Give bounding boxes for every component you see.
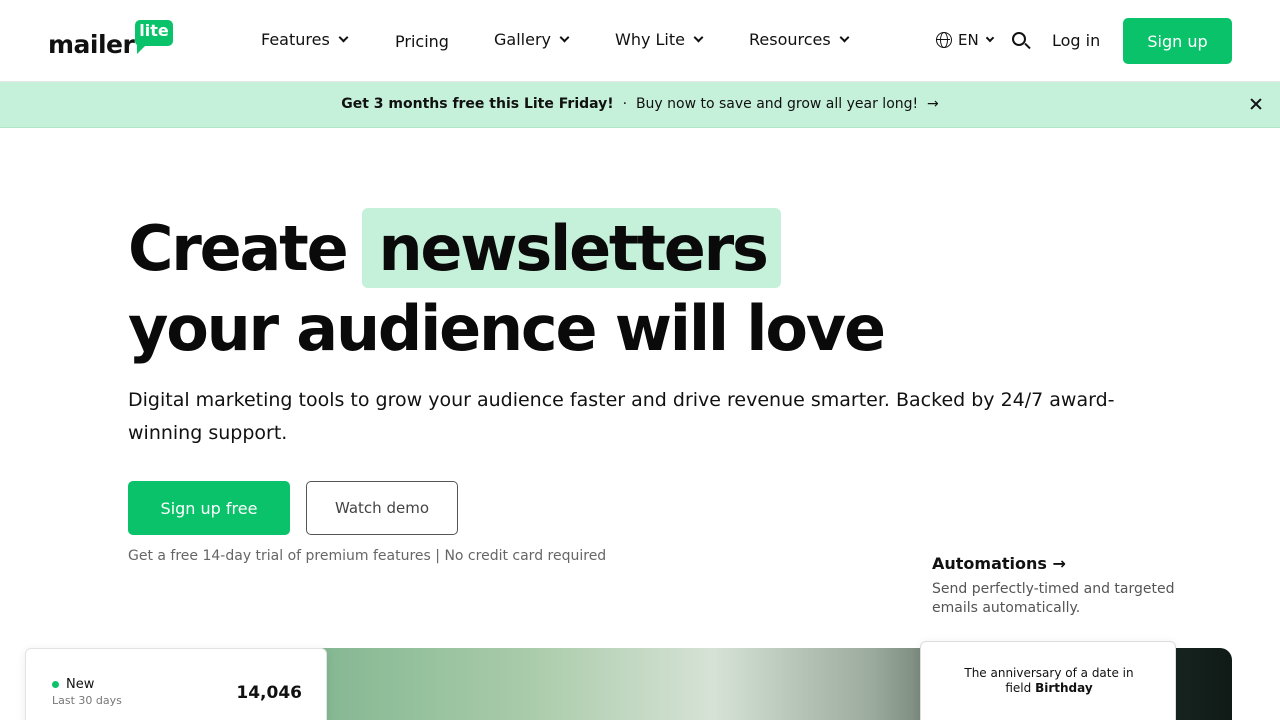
globe-icon [936, 32, 952, 48]
site-header: mailer lite Features Pricing Gallery Why… [0, 0, 1280, 82]
login-link[interactable]: Log in [1052, 31, 1100, 50]
hero-title-line1: Create newsletters [128, 208, 781, 288]
trigger-line1: The anniversary of a date in [964, 666, 1134, 680]
nav-pricing[interactable]: Pricing [395, 32, 449, 51]
stat-value: 14,046 [236, 683, 302, 703]
trigger-field-name: Birthday [1035, 681, 1093, 695]
chevron-down-icon [338, 32, 349, 43]
promo-banner-link[interactable]: Get 3 months free this Lite Friday! · Bu… [0, 96, 1280, 112]
nav-gallery-label: Gallery [494, 30, 551, 49]
subscriber-stat-card: New Last 30 days 14,046 [25, 648, 327, 720]
nav-gallery[interactable]: Gallery [494, 30, 570, 49]
stat-label: New [66, 677, 95, 692]
stat-period: Last 30 days [52, 694, 122, 707]
watch-demo-button[interactable]: Watch demo [306, 481, 458, 535]
hero-title-line2: your audience will love [128, 291, 886, 365]
hero-title-highlight: newsletters [362, 208, 781, 288]
promo-separator: · [622, 96, 628, 112]
mailerlite-logo[interactable]: mailer lite [48, 20, 178, 60]
hero-subtitle: Digital marketing tools to grow your aud… [128, 389, 1115, 444]
language-selector[interactable]: EN [936, 31, 994, 49]
nav-resources-label: Resources [749, 30, 831, 49]
nav-resources[interactable]: Resources [749, 30, 850, 49]
signup-free-button[interactable]: Sign up free [128, 481, 290, 535]
chevron-down-icon [693, 32, 704, 43]
automation-trigger-card: The anniversary of a date in field Birth… [920, 641, 1176, 720]
nav-features-label: Features [261, 30, 330, 49]
signup-button[interactable]: Sign up [1123, 18, 1232, 64]
promo-text: Buy now to save and grow all year long! [635, 96, 919, 112]
nav-features[interactable]: Features [261, 30, 349, 49]
chevron-down-icon [839, 32, 850, 43]
trigger-description: The anniversary of a date in field Birth… [921, 666, 1177, 696]
hero-title-word: Create [128, 211, 349, 285]
arrow-right-icon: → [927, 96, 939, 112]
language-code: EN [958, 31, 979, 49]
automations-link[interactable]: Automations → [932, 554, 1066, 573]
logo-wordmark: mailer [48, 30, 135, 59]
nav-why-lite-label: Why Lite [615, 30, 685, 49]
chevron-down-icon [559, 32, 570, 43]
trial-note: Get a free 14-day trial of premium featu… [128, 548, 607, 564]
nav-why-lite[interactable]: Why Lite [615, 30, 704, 49]
logo-badge: lite [139, 21, 169, 40]
nav-pricing-label: Pricing [395, 32, 449, 51]
chevron-down-icon [985, 33, 994, 43]
status-dot-icon [52, 681, 59, 688]
search-icon[interactable] [1012, 32, 1031, 50]
automations-description: Send perfectly-timed and targeted emails… [932, 581, 1175, 616]
close-icon[interactable] [1248, 96, 1264, 112]
trigger-line2-prefix: field [1005, 681, 1032, 695]
promo-headline: Get 3 months free this Lite Friday! [341, 96, 614, 112]
promo-banner: Get 3 months free this Lite Friday! · Bu… [0, 82, 1280, 128]
